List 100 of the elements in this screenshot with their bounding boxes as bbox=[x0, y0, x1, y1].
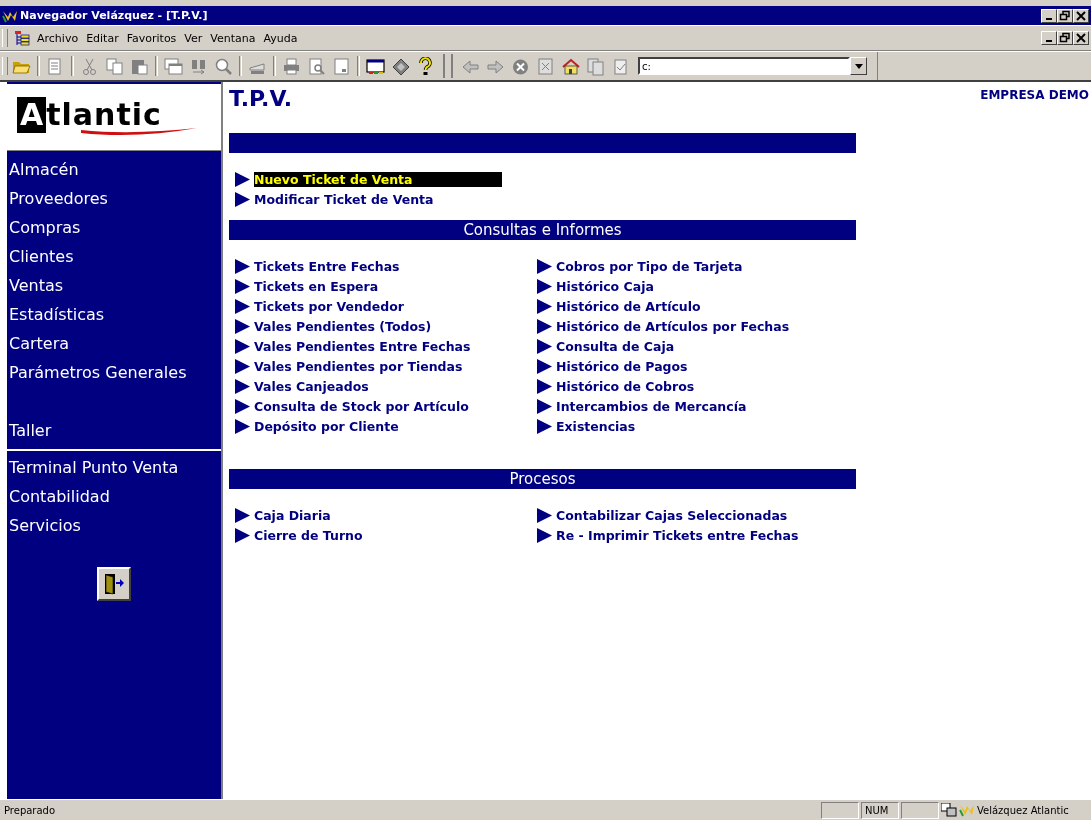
menu-item[interactable]: Ver bbox=[183, 31, 204, 45]
home-icon bbox=[561, 56, 580, 76]
triangle-bullet-icon bbox=[235, 378, 250, 394]
network-icon bbox=[941, 803, 957, 817]
logo-text: tlantic bbox=[46, 97, 162, 133]
status-panel bbox=[821, 801, 859, 819]
menu-item[interactable]: Favoritos bbox=[125, 31, 178, 45]
address-field[interactable]: c: bbox=[638, 57, 850, 75]
minimize-icon bbox=[1046, 40, 1052, 42]
print-preview-icon bbox=[307, 56, 326, 76]
menu-link[interactable]: Tickets en Espera bbox=[254, 278, 379, 294]
triangle-bullet-icon bbox=[537, 258, 552, 274]
menu-link[interactable]: Vales Pendientes por Tiendas bbox=[254, 358, 463, 374]
triangle-bullet-icon bbox=[537, 527, 552, 543]
exit-button[interactable] bbox=[97, 567, 131, 601]
menu-link[interactable]: Cobros por Tipo de Tarjeta bbox=[556, 258, 743, 274]
menu-item[interactable]: Archivo bbox=[36, 31, 80, 45]
close-button[interactable] bbox=[1073, 31, 1089, 45]
triangle-bullet-icon bbox=[537, 318, 552, 334]
copy-icon bbox=[105, 56, 124, 76]
restore-button[interactable] bbox=[1057, 8, 1073, 23]
sidebar-item[interactable]: Almacén bbox=[7, 157, 221, 186]
menu-link[interactable]: Consulta de Caja bbox=[556, 338, 675, 354]
triangle-bullet-icon bbox=[537, 338, 552, 354]
menu-link[interactable]: Histórico de Artículo bbox=[556, 298, 701, 314]
sidebar-item[interactable]: Parámetros Generales bbox=[7, 360, 221, 389]
sidebar-item[interactable]: Proveedores bbox=[7, 186, 221, 215]
menu-item[interactable]: Editar bbox=[85, 31, 120, 45]
menu-link[interactable]: Intercambios de Mercancía bbox=[556, 398, 747, 414]
menu-link[interactable]: Vales Pendientes Entre Fechas bbox=[254, 338, 471, 354]
checked-page-icon bbox=[611, 56, 630, 76]
menu-link[interactable]: Histórico de Pagos bbox=[556, 358, 688, 374]
triangle-bullet-icon bbox=[235, 358, 250, 374]
menu-link[interactable]: Consulta de Stock por Artículo bbox=[254, 398, 469, 414]
sidebar-item[interactable]: Terminal Punto Venta bbox=[7, 455, 221, 484]
menu-link[interactable]: Re - Imprimir Tickets entre Fechas bbox=[556, 527, 799, 543]
sidebar-item[interactable]: Cartera bbox=[7, 331, 221, 360]
section-header: Consultas e Informes bbox=[229, 220, 856, 240]
menu-link[interactable]: Modificar Ticket de Venta bbox=[254, 191, 434, 207]
help-icon bbox=[416, 56, 435, 76]
scissors-icon bbox=[80, 56, 99, 76]
close-button[interactable] bbox=[1073, 8, 1089, 23]
restore-button[interactable] bbox=[1057, 31, 1073, 45]
restore-icon bbox=[1059, 9, 1071, 22]
menu-link[interactable]: Vales Pendientes (Todos) bbox=[254, 318, 432, 334]
sidebar-item[interactable]: Estadísticas bbox=[7, 302, 221, 331]
menu-link[interactable]: Nuevo Ticket de Venta bbox=[254, 171, 502, 187]
triangle-bullet-icon bbox=[235, 318, 250, 334]
restore-icon bbox=[1059, 32, 1071, 44]
menu-item[interactable]: Ayuda bbox=[262, 31, 299, 45]
menu-link[interactable]: Contabilizar Cajas Seleccionadas bbox=[556, 507, 788, 523]
menu-link[interactable]: Histórico de Cobros bbox=[556, 378, 695, 394]
door-arrow-icon bbox=[103, 572, 125, 596]
dropdown-button[interactable] bbox=[850, 57, 867, 75]
status-app-name: Velázquez Atlantic bbox=[977, 804, 1070, 816]
minimize-button[interactable] bbox=[1041, 31, 1057, 45]
minimize-icon bbox=[1046, 17, 1052, 20]
menu-link[interactable]: Histórico Caja bbox=[556, 278, 654, 294]
toolbar-grip[interactable] bbox=[443, 54, 453, 78]
close-icon bbox=[1075, 32, 1087, 44]
triangle-bullet-icon bbox=[537, 418, 552, 434]
triangle-bullet-icon bbox=[235, 418, 250, 434]
dropdown-arrow-icon bbox=[854, 63, 863, 69]
sidebar-item[interactable]: Contabilidad bbox=[7, 484, 221, 513]
app-logo-icon bbox=[959, 803, 975, 817]
triangle-bullet-icon bbox=[235, 258, 250, 274]
sidebar-item[interactable]: Taller bbox=[7, 418, 221, 447]
company-name: EMPRESA DEMO bbox=[980, 87, 1090, 102]
menu-item[interactable]: Ventana bbox=[209, 31, 257, 45]
menu-link[interactable]: Histórico de Artículos por Fechas bbox=[556, 318, 790, 334]
triangle-bullet-icon bbox=[537, 298, 552, 314]
status-message: Preparado bbox=[4, 804, 57, 816]
menu-link[interactable]: Tickets Entre Fechas bbox=[254, 258, 400, 274]
menu-link[interactable]: Depósito por Cliente bbox=[254, 418, 399, 434]
minimize-button[interactable] bbox=[1041, 8, 1057, 23]
menu-link[interactable]: Caja Diaria bbox=[254, 507, 331, 523]
triangle-bullet-icon bbox=[235, 278, 250, 294]
menu-link[interactable]: Existencias bbox=[556, 418, 636, 434]
search-icon bbox=[214, 56, 233, 76]
status-panel bbox=[901, 801, 939, 819]
pages-icon bbox=[586, 56, 605, 76]
crossed-page-icon bbox=[536, 56, 555, 76]
sidebar-item[interactable]: Servicios bbox=[7, 513, 221, 542]
toolbar-grip[interactable] bbox=[2, 29, 8, 47]
windows-icon bbox=[164, 56, 183, 76]
sidebar-item[interactable]: Ventas bbox=[7, 273, 221, 302]
logo-initial: A bbox=[17, 97, 47, 133]
sidebar-item[interactable]: Compras bbox=[7, 215, 221, 244]
sidebar-item[interactable]: Clientes bbox=[7, 244, 221, 273]
page-title: T.P.V. bbox=[229, 85, 292, 111]
menu-link[interactable]: Vales Canjeados bbox=[254, 378, 369, 394]
triangle-bullet-icon bbox=[235, 298, 250, 314]
menu-link[interactable]: Cierre de Turno bbox=[254, 527, 363, 543]
triangle-bullet-icon bbox=[235, 398, 250, 414]
menu-link[interactable]: Tickets por Vendedor bbox=[254, 298, 404, 314]
triangle-bullet-icon bbox=[235, 191, 250, 207]
printer-icon bbox=[282, 56, 301, 76]
triangle-bullet-icon bbox=[537, 507, 552, 523]
status-indicator: NUM bbox=[861, 801, 899, 819]
triangle-bullet-icon bbox=[537, 398, 552, 414]
